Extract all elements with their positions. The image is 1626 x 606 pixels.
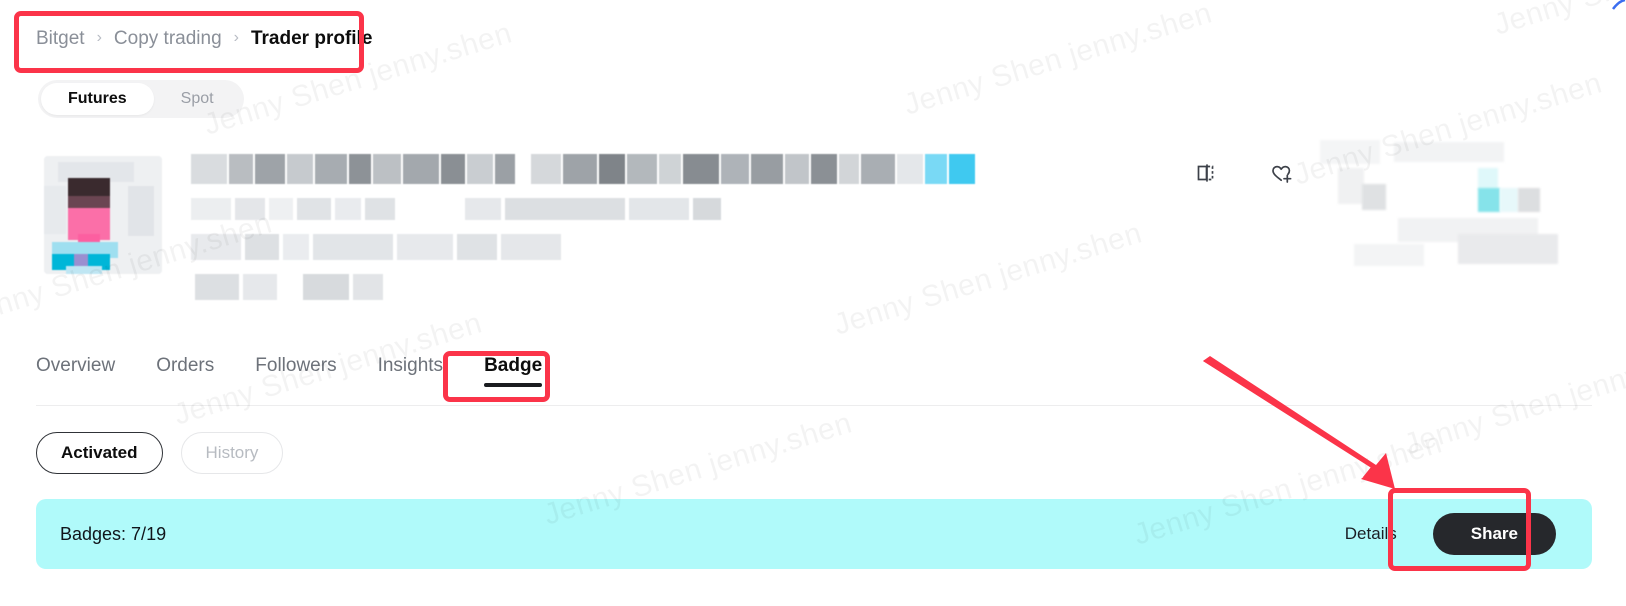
heart-plus-icon[interactable] [1266, 158, 1296, 188]
breadcrumb-item-bitget[interactable]: Bitget [36, 28, 85, 50]
badges-count-label: Badges: 7/19 [60, 523, 167, 544]
annotation-arrow-icon [1203, 356, 1395, 489]
watermark-text: Jenny Shen jenny.shen [1400, 336, 1626, 462]
redacted-line [191, 234, 1191, 260]
breadcrumb-separator-icon: › [96, 29, 102, 46]
segment-spot[interactable]: Spot [154, 83, 241, 115]
tab-badge[interactable]: Badge [473, 355, 572, 397]
filter-history[interactable]: History [180, 432, 284, 474]
redacted-line [191, 274, 1191, 300]
breadcrumb-item-trader-profile: Trader profile [250, 28, 373, 49]
details-link[interactable]: Details [1345, 524, 1397, 544]
trader-profile-page: Bitget › Copy trading › Trader profile F… [0, 0, 1626, 606]
cursor-artifact-icon [1612, 0, 1626, 10]
tab-orders[interactable]: Orders [145, 355, 244, 397]
profile-tab-bar: Overview Orders Followers Insights Badge [36, 355, 572, 397]
tab-insights[interactable]: Insights [367, 355, 473, 397]
watermark-text: Jenny Shen jenny.shen [1490, 0, 1626, 43]
redacted-profile-text [191, 154, 1191, 314]
redacted-line [191, 154, 1191, 184]
badges-summary-banner: Badges: 7/19 Details Share [36, 499, 1592, 569]
redacted-line [191, 198, 1191, 220]
trader-profile-header [36, 140, 1596, 340]
tab-followers[interactable]: Followers [244, 355, 366, 397]
tab-bar-divider [36, 405, 1592, 406]
share-button[interactable]: Share [1432, 513, 1556, 555]
breadcrumb: Bitget › Copy trading › Trader profile [36, 28, 372, 50]
watermark-text: Jenny Shen jenny.shen [900, 0, 1216, 123]
market-type-switch[interactable]: Futures Spot [38, 80, 244, 118]
avatar[interactable] [44, 156, 162, 274]
segment-futures[interactable]: Futures [41, 83, 154, 115]
banner-actions: Details Share [1345, 513, 1556, 555]
breadcrumb-separator-icon: › [233, 29, 239, 46]
tab-overview[interactable]: Overview [36, 355, 145, 397]
badge-filter-group: Activated History [36, 432, 284, 474]
filter-activated[interactable]: Activated [36, 432, 163, 474]
profile-action-icons [1192, 158, 1296, 188]
breadcrumb-item-copy-trading[interactable]: Copy trading [114, 28, 222, 50]
compare-panels-icon[interactable] [1192, 158, 1222, 188]
